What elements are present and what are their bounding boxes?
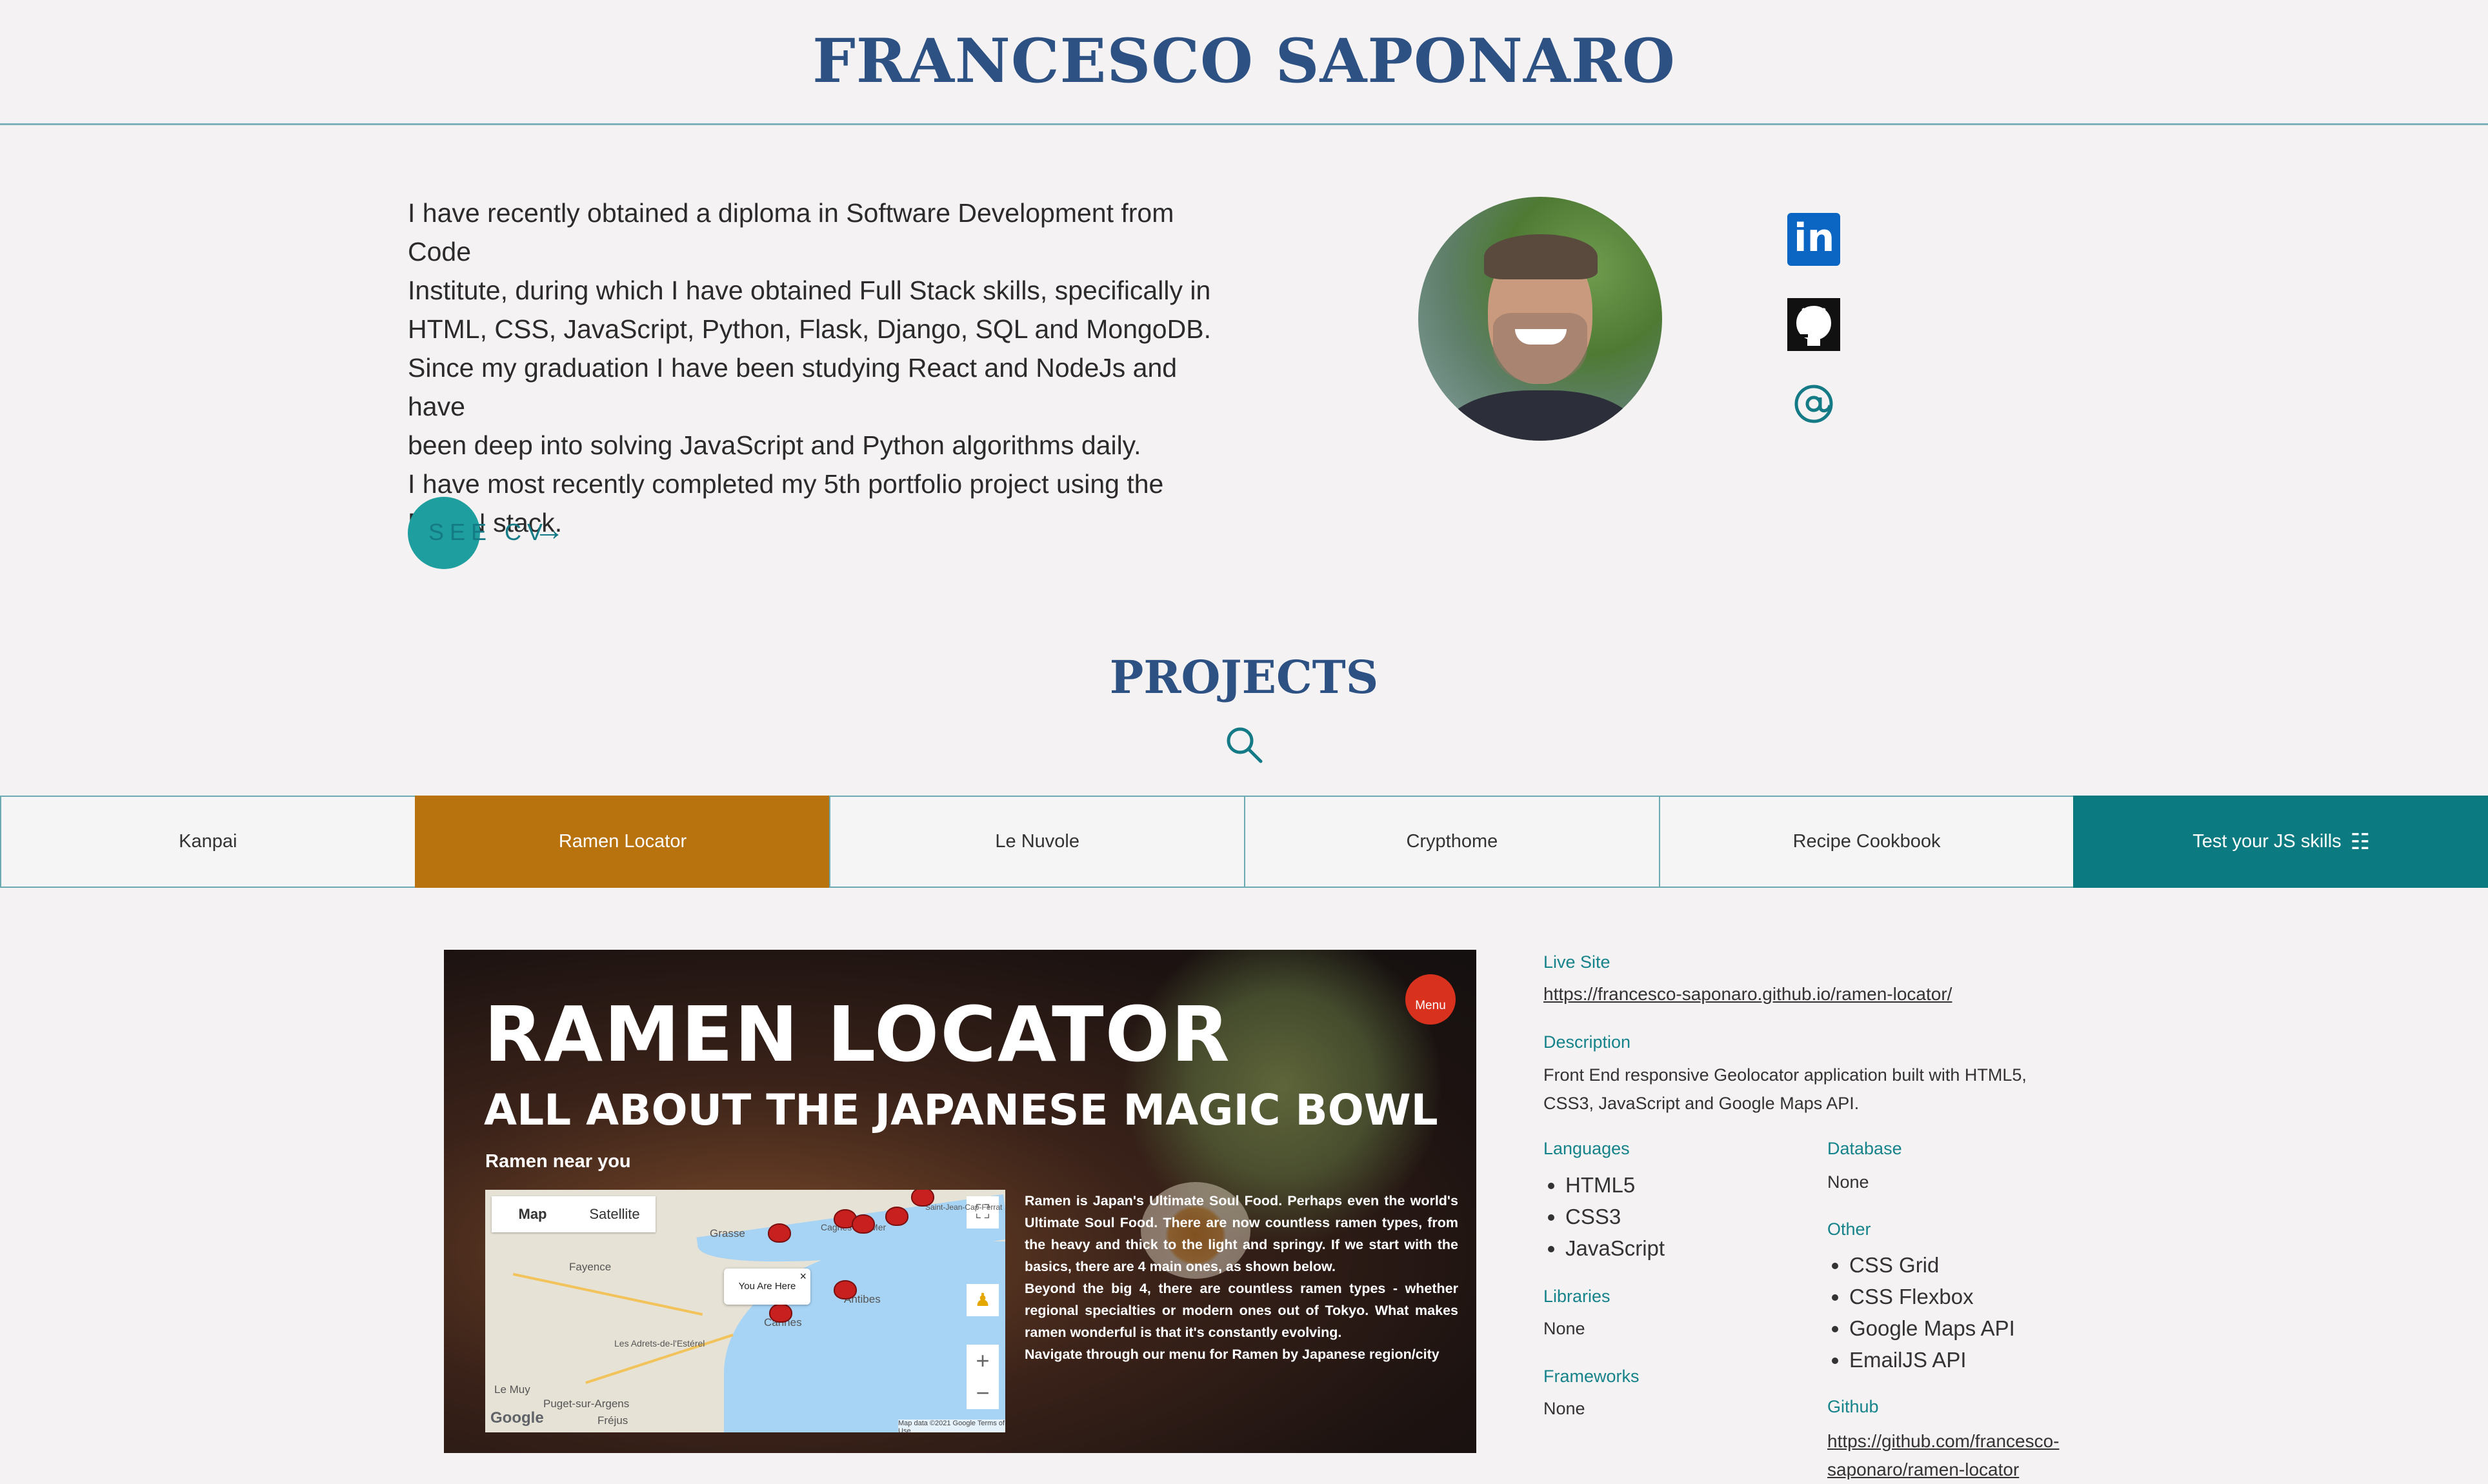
github-link-line: saponaro/ramen-locator: [1827, 1459, 2020, 1479]
libraries-value: None: [1543, 1319, 1585, 1338]
about-line: I have recently obtained a diploma in So…: [408, 198, 1174, 266]
preview-near-label: Ramen near you: [485, 1151, 631, 1172]
tab-label: Recipe Cookbook: [1792, 831, 1941, 852]
libraries-label: Libraries: [1543, 1287, 1610, 1306]
ramen-marker[interactable]: [852, 1214, 875, 1234]
map-place: Fayence: [569, 1261, 612, 1273]
zoom-in-button[interactable]: +: [967, 1345, 999, 1377]
map-place: Grasse: [710, 1227, 745, 1239]
map[interactable]: Map Satellite ⛶ ♟ + − Grasse Cagnes-sur-…: [485, 1190, 1005, 1432]
tab-label: Crypthome: [1406, 831, 1498, 852]
tab-label: Le Nuvole: [995, 831, 1079, 852]
database-label: Database: [1827, 1139, 1902, 1158]
ramen-marker[interactable]: [885, 1207, 908, 1226]
avatar-shirt: [1444, 390, 1638, 441]
tab-recipe-cookbook[interactable]: Recipe Cookbook: [1658, 796, 2075, 888]
pegman-icon[interactable]: ♟: [967, 1284, 999, 1316]
map-type-control: Map Satellite: [492, 1196, 656, 1232]
map-place: Le Muy: [494, 1383, 530, 1396]
list-item: EmailJS API: [1849, 1344, 2015, 1376]
linkedin-icon[interactable]: in: [1787, 213, 1840, 266]
tab-test-js-skills[interactable]: Test your JS skills ☷: [2073, 796, 2488, 888]
languages-list: HTML5 CSS3 JavaScript: [1543, 1169, 1665, 1264]
tab-kanpai[interactable]: Kanpai: [0, 796, 416, 888]
map-place: Puget-sur-Argens: [543, 1398, 630, 1410]
cv-button-label: SEE CV: [428, 519, 549, 545]
map-place: Les Adrets-de-l'Estérel: [614, 1338, 705, 1349]
google-logo: Google: [490, 1409, 544, 1427]
close-icon[interactable]: ×: [799, 1258, 807, 1294]
github-link-line: https://github.com/francesco-: [1827, 1431, 2060, 1451]
map-place: Saint-Jean-Cap-Ferrat: [925, 1203, 1003, 1212]
ramen-marker[interactable]: [768, 1223, 791, 1243]
map-tab-satellite[interactable]: Satellite: [574, 1196, 656, 1232]
site-title: FRANCESCO SAPONARO: [812, 26, 1676, 97]
linkedin-icon-text: in: [1794, 216, 1835, 261]
tab-label: Test your JS skills: [2192, 831, 2342, 852]
other-label: Other: [1827, 1219, 1871, 1239]
arrow-right-icon: →: [534, 513, 565, 547]
frameworks-label: Frameworks: [1543, 1367, 1640, 1386]
about-line: Since my graduation I have been studying…: [408, 353, 1178, 421]
frameworks-value: None: [1543, 1399, 1585, 1418]
github-label: Github: [1827, 1397, 1879, 1416]
live-site-label: Live Site: [1543, 952, 1610, 972]
search-icon[interactable]: [1223, 724, 1265, 765]
tab-crypthome[interactable]: Crypthome: [1244, 796, 1660, 888]
description-line: CSS3, JavaScript and Google Maps API.: [1543, 1094, 1860, 1113]
tab-label: Ramen Locator: [558, 831, 687, 852]
preview-desc-paragraph: Navigate through our menu for Ramen by J…: [1025, 1347, 1440, 1362]
about-line: Institute, during which I have obtained …: [408, 276, 1211, 305]
other-list: CSS Grid CSS Flexbox Google Maps API Ema…: [1827, 1249, 2015, 1376]
list-item: CSS Flexbox: [1849, 1281, 2015, 1312]
header-divider: [0, 123, 2488, 125]
info-window-text: You Are Here: [738, 1281, 796, 1292]
preview-title: RAMEN LOCATOR: [484, 990, 1231, 1079]
map-credits[interactable]: Map data ©2021 Google Terms of Use: [898, 1419, 1005, 1432]
list-item: JavaScript: [1565, 1232, 1665, 1264]
preview-desc-paragraph: Beyond the big 4, there are countless ra…: [1025, 1281, 1458, 1340]
list-item: HTML5: [1565, 1169, 1665, 1201]
list-item: CSS Grid: [1849, 1249, 2015, 1281]
ramen-marker[interactable]: [769, 1303, 792, 1323]
zoom-out-button[interactable]: −: [967, 1377, 999, 1409]
avatar-beard: [1493, 313, 1587, 384]
menu-button[interactable]: Menu: [1405, 974, 1456, 1025]
map-place: Fréjus: [597, 1414, 628, 1427]
description-line: Front End responsive Geolocator applicat…: [1543, 1065, 2027, 1085]
ramen-marker[interactable]: [834, 1280, 857, 1299]
avatar-smile: [1515, 329, 1567, 345]
github-icon[interactable]: [1787, 298, 1840, 351]
tab-le-nuvole[interactable]: Le Nuvole: [829, 796, 1246, 888]
tab-label: Kanpai: [179, 831, 237, 852]
map-info-window: You Are Here ×: [724, 1268, 810, 1305]
projects-title: PROJECTS: [1109, 650, 1379, 704]
map-road: [512, 1272, 703, 1316]
project-tabs: Kanpai Ramen Locator Le Nuvole Crypthome…: [0, 796, 2488, 888]
preview-desc-paragraph: Ramen is Japan's Ultimate Soul Food. Per…: [1025, 1193, 1458, 1274]
avatar-hair: [1484, 234, 1598, 279]
description-label: Description: [1543, 1032, 1631, 1052]
github-link[interactable]: https://github.com/francesco- saponaro/r…: [1827, 1427, 2060, 1484]
tab-ramen-locator[interactable]: Ramen Locator: [414, 796, 831, 888]
description-text: Front End responsive Geolocator applicat…: [1543, 1061, 2027, 1118]
list-item: Google Maps API: [1849, 1312, 2015, 1344]
email-icon[interactable]: [1787, 377, 1840, 430]
database-value: None: [1827, 1172, 1869, 1192]
list-item: CSS3: [1565, 1201, 1665, 1232]
about-line: been deep into solving JavaScript and Py…: [408, 430, 1141, 460]
preview-subtitle: ALL ABOUT THE JAPANESE MAGIC BOWL: [484, 1085, 1438, 1135]
list-icon: ☷: [2350, 829, 2371, 854]
project-preview-image[interactable]: RAMEN LOCATOR ALL ABOUT THE JAPANESE MAG…: [444, 950, 1476, 1453]
languages-label: Languages: [1543, 1139, 1630, 1158]
avatar: [1418, 197, 1662, 441]
map-tab-map[interactable]: Map: [492, 1196, 574, 1232]
live-site-link[interactable]: https://francesco-saponaro.github.io/ram…: [1543, 984, 1952, 1005]
about-line: HTML, CSS, JavaScript, Python, Flask, Dj…: [408, 314, 1211, 344]
ramen-marker[interactable]: [911, 1190, 934, 1207]
fullscreen-icon[interactable]: ⛶: [967, 1196, 999, 1228]
see-cv-button[interactable]: SEE CV →: [408, 497, 627, 571]
preview-description: Ramen is Japan's Ultimate Soul Food. Per…: [1025, 1190, 1458, 1365]
about-text: I have recently obtained a diploma in So…: [408, 194, 1240, 542]
